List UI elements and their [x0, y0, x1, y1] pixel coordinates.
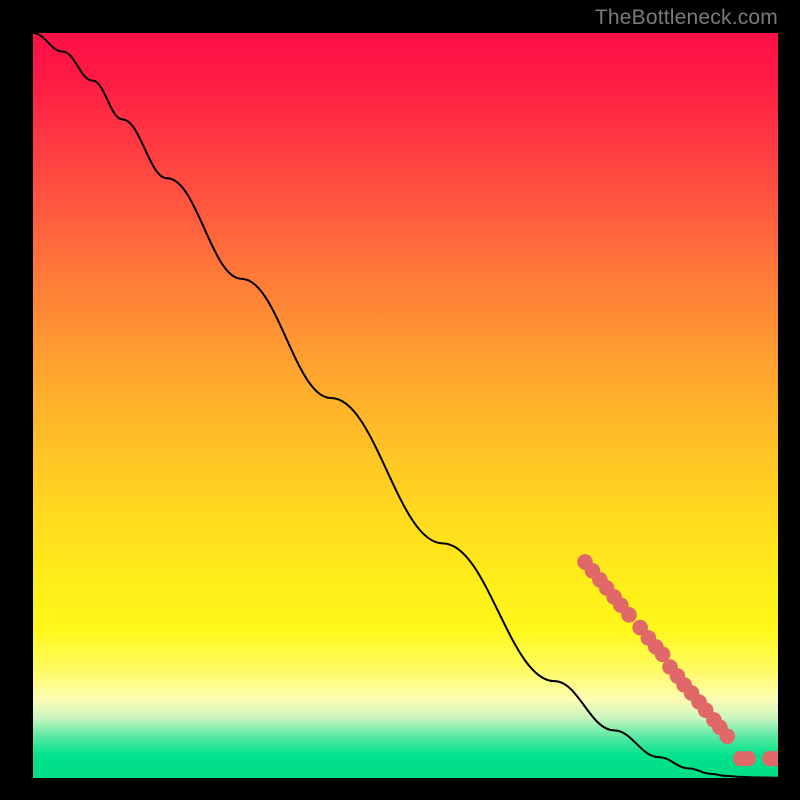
- data-point-marker: [720, 728, 736, 744]
- plot-area: [33, 33, 778, 778]
- curve-markers: [577, 554, 778, 766]
- data-point-marker: [740, 751, 756, 767]
- attribution-watermark: TheBottleneck.com: [595, 6, 778, 30]
- data-point-marker: [621, 607, 637, 623]
- chart-overlay: [33, 33, 778, 778]
- chart-frame: TheBottleneck.com: [0, 0, 800, 800]
